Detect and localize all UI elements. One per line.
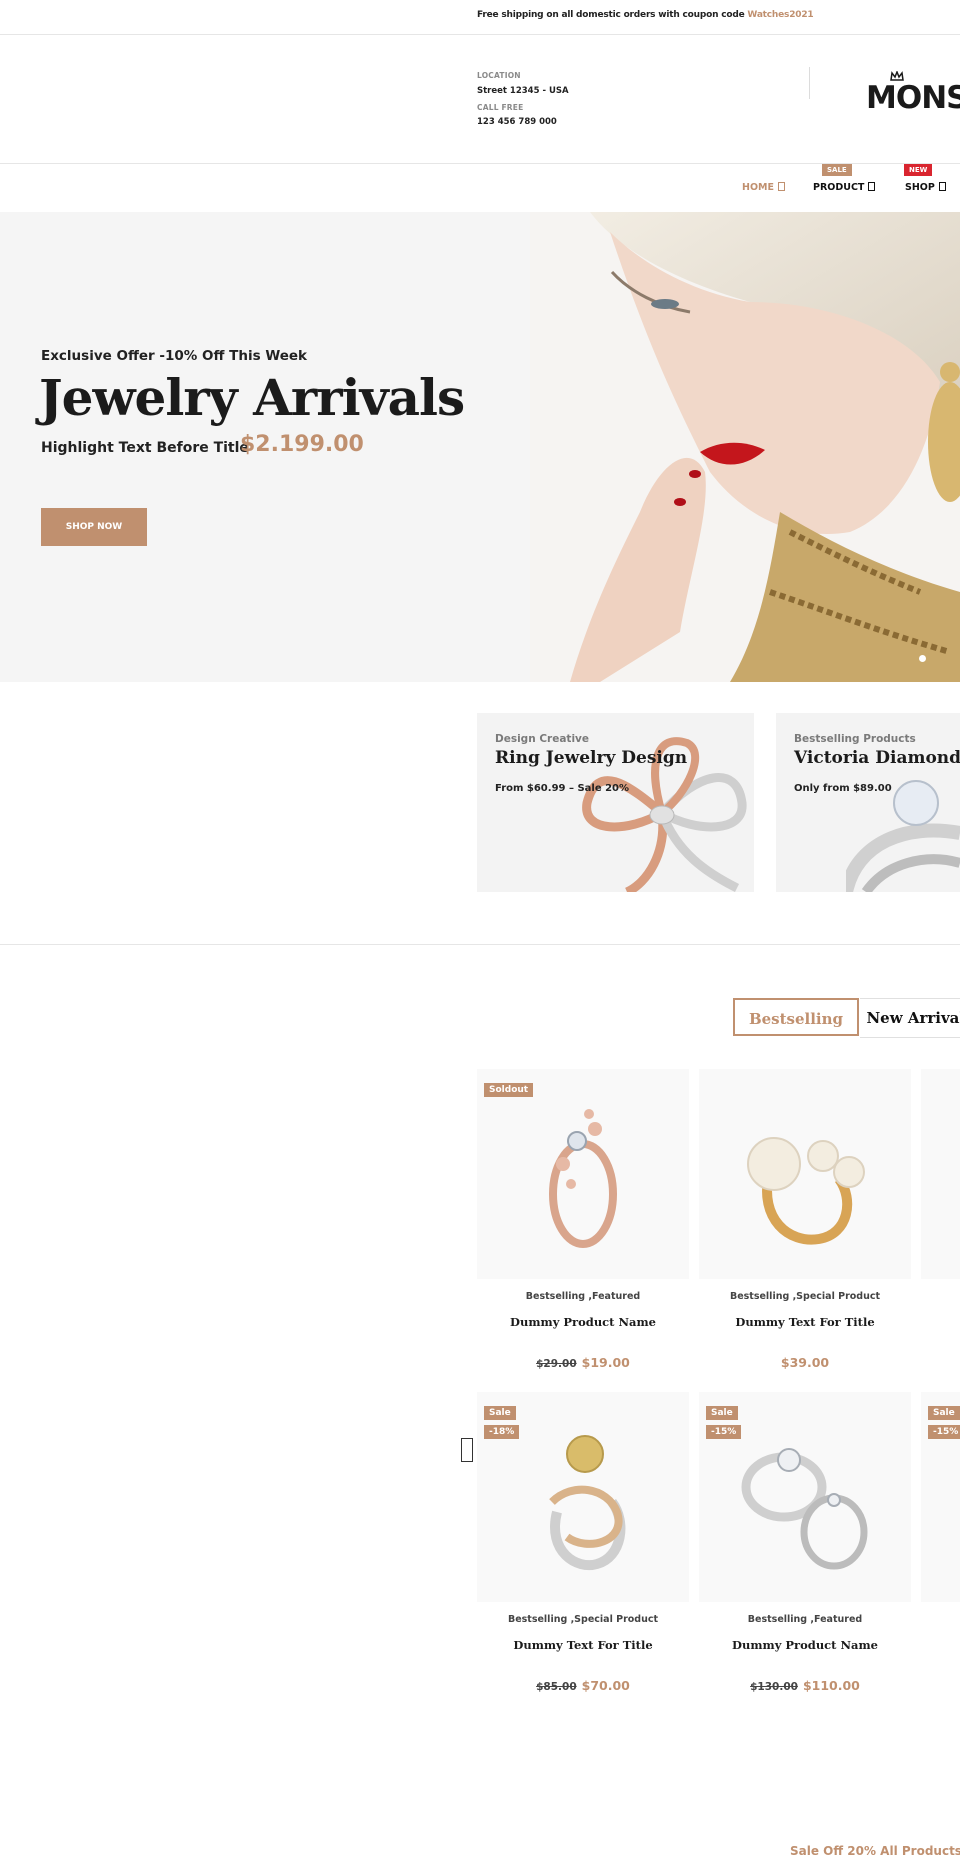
product-image-partial[interactable] — [921, 1392, 960, 1602]
nav-item-label: SHOP — [905, 182, 935, 193]
diamond-ring-image — [846, 780, 960, 892]
sale-badge: Sale — [928, 1406, 960, 1420]
top-announcement-bar: Free shipping on all domestic orders wit… — [0, 0, 960, 35]
carousel-prev-button[interactable] — [461, 1438, 473, 1462]
current-price: $70.00 — [581, 1678, 630, 1693]
section-divider — [0, 944, 960, 945]
hero-slider: Exclusive Offer -10% Off This Week Jewel… — [0, 212, 960, 682]
hero-highlight-text: Highlight Text Before Title — [41, 440, 249, 456]
hero-price: $2.199.00 — [240, 432, 364, 457]
tab-bestselling[interactable]: Bestselling — [733, 998, 859, 1036]
new-badge: NEW — [904, 164, 933, 176]
old-price: $130.00 — [750, 1681, 798, 1693]
discount-badge: -15% — [928, 1425, 960, 1439]
call-label: CALL FREE — [477, 103, 524, 112]
call-value[interactable]: 123 456 789 000 — [477, 117, 557, 127]
current-price: $39.00 — [780, 1355, 830, 1370]
nav-item-label: HOME — [742, 182, 774, 193]
soldout-badge: Soldout — [484, 1083, 534, 1097]
product-image-partial[interactable] — [921, 1069, 960, 1279]
logo-text: MONSTA — [866, 80, 960, 116]
product-name[interactable]: Dummy Text For Title — [477, 1638, 689, 1652]
nav-item-product[interactable]: PRODUCT — [813, 182, 876, 193]
sale-badge: Sale — [706, 1406, 738, 1420]
product-price: $29.00 $19.00 — [477, 1352, 689, 1371]
discount-badge: -18% — [484, 1425, 520, 1439]
product-price: $39.00 — [699, 1352, 911, 1371]
product-category[interactable]: Bestselling ,Featured — [699, 1614, 911, 1625]
product-price: $130.00 $110.00 — [699, 1675, 911, 1694]
product-price: $85.00 $70.00 — [477, 1675, 689, 1694]
product-category[interactable]: Bestselling ,Featured — [477, 1291, 689, 1302]
nav-item-home[interactable]: HOME — [742, 182, 785, 193]
main-nav: HOME SALE PRODUCT NEW SHOP — [0, 164, 960, 213]
coupon-code: Watches2021 — [747, 10, 814, 20]
old-price: $85.00 — [536, 1681, 577, 1693]
shipping-notice-text: Free shipping on all domestic orders wit… — [477, 10, 748, 20]
banner-subtitle: Bestselling Products — [794, 733, 916, 745]
site-logo[interactable]: MONSTA — [866, 71, 960, 116]
nav-item-shop[interactable]: SHOP — [905, 182, 946, 193]
banner-victoria-diamonds[interactable]: Bestselling Products Victoria Diamonds O… — [776, 713, 960, 892]
product-name[interactable]: Dummy Text For Title — [699, 1315, 911, 1329]
slider-dot[interactable] — [919, 655, 926, 662]
location-label: LOCATION — [477, 71, 521, 80]
banner-title: Ring Jewelry Design — [495, 748, 688, 768]
nav-item-label: PRODUCT — [813, 182, 865, 193]
product-name[interactable]: Dummy Product Name — [699, 1638, 911, 1652]
shipping-notice: Free shipping on all domestic orders wit… — [477, 10, 814, 20]
hero-model-image — [530, 212, 960, 682]
crown-icon — [890, 71, 904, 81]
hero-title: Jewelry Arrivals — [39, 368, 465, 427]
banner-subtitle: Design Creative — [495, 733, 590, 745]
shop-now-button[interactable]: SHOP NOW — [41, 508, 147, 546]
product-image[interactable] — [699, 1392, 911, 1602]
hero-kicker: Exclusive Offer -10% Off This Week — [41, 348, 308, 364]
product-image[interactable] — [477, 1392, 689, 1602]
sale-badge: SALE — [822, 164, 852, 176]
rose-gold-ring-image — [549, 1109, 617, 1248]
banner-ring-design[interactable]: Design Creative Ring Jewelry Design From… — [477, 713, 754, 892]
old-price: $29.00 — [536, 1358, 577, 1370]
product-image[interactable] — [699, 1069, 911, 1279]
pearl-ring-image — [747, 1137, 865, 1245]
promo-text: Sale Off 20% All Products — [790, 1844, 960, 1858]
current-price: $110.00 — [802, 1678, 860, 1693]
current-price: $19.00 — [581, 1355, 630, 1370]
chevron-down-icon — [777, 182, 785, 191]
product-image[interactable] — [477, 1069, 689, 1279]
site-header: LOCATION Street 12345 - USA CALL FREE 12… — [0, 35, 960, 164]
header-divider — [809, 67, 810, 99]
tab-new-arrivals[interactable]: New Arrivals — [860, 998, 960, 1038]
chevron-down-icon — [938, 182, 946, 191]
location-value: Street 12345 - USA — [477, 86, 569, 96]
sale-badge: Sale — [484, 1406, 516, 1420]
banner-title: Victoria Diamonds — [794, 748, 960, 768]
product-category[interactable]: Bestselling ,Special Product — [699, 1291, 911, 1302]
chevron-down-icon — [868, 182, 876, 191]
banner-description: From $60.99 – Sale 20% — [495, 783, 630, 794]
diamond-set-ring-image — [741, 1448, 868, 1570]
banner-description: Only from $89.00 — [794, 783, 892, 794]
product-name[interactable]: Dummy Product Name — [477, 1315, 689, 1329]
golden-pearl-ring-image — [549, 1435, 626, 1571]
discount-badge: -15% — [706, 1425, 742, 1439]
product-category[interactable]: Bestselling ,Special Product — [477, 1614, 689, 1625]
